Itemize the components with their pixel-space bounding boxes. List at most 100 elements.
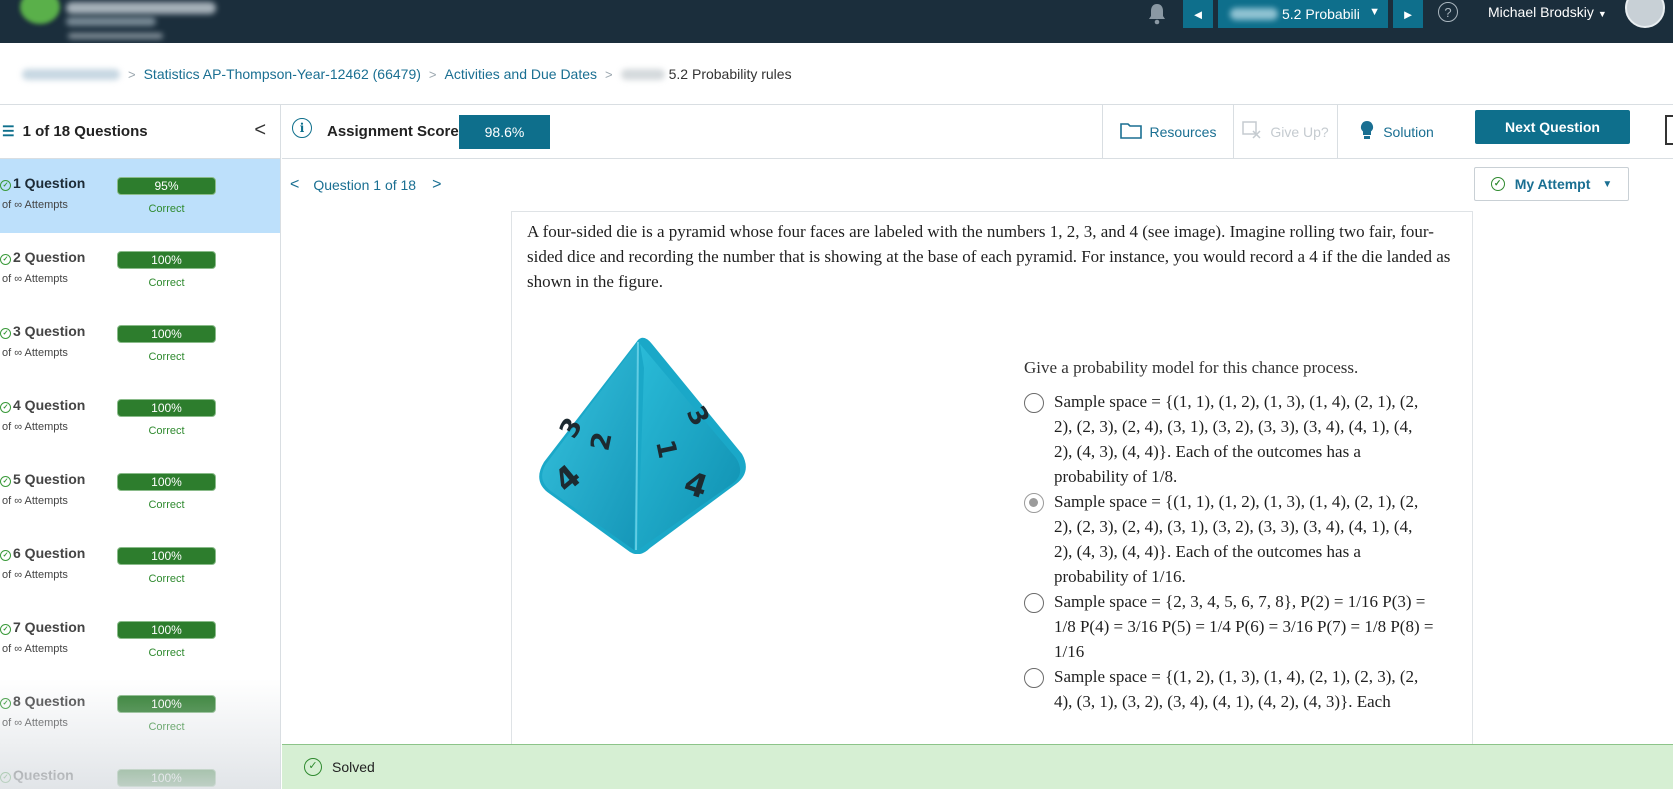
question-navigator: < Question 1 of 18 > bbox=[282, 170, 451, 200]
radio-button[interactable] bbox=[1024, 393, 1044, 413]
check-circle-icon: ✓ bbox=[1490, 177, 1505, 191]
next-question-icon[interactable]: > bbox=[422, 176, 451, 194]
logo-subtext-blurred bbox=[66, 17, 156, 26]
my-attempt-label: My Attempt bbox=[1514, 176, 1591, 192]
question-score-badge: 100% bbox=[117, 621, 216, 639]
sidebar-question-item[interactable]: ✓ 6 Question of ∞ Attempts 100% Correct bbox=[0, 529, 280, 603]
assignment-select[interactable]: 5.2 Probabili ▼ bbox=[1218, 0, 1388, 28]
answer-option-1[interactable]: Sample space = {(1, 1), (1, 2), (1, 3), … bbox=[1024, 389, 1434, 489]
previous-question-icon[interactable]: < bbox=[282, 176, 309, 194]
chevron-down-icon: ▼ bbox=[1597, 9, 1607, 19]
answer-option-4[interactable]: Sample space = {(1, 2), (1, 3), (1, 4), … bbox=[1024, 664, 1434, 714]
question-title-text: 1 Question bbox=[13, 175, 86, 191]
question-title: ✓ 5 Question bbox=[0, 471, 85, 487]
sidebar-question-item[interactable]: ✓ 3 Question of ∞ Attempts 100% Correct bbox=[0, 307, 280, 381]
sidebar-question-item[interactable]: ✓ 2 Question of ∞ Attempts 100% Correct bbox=[0, 233, 280, 307]
sidebar-question-item[interactable]: ✓ Question 100% bbox=[0, 751, 280, 789]
my-attempt-dropdown[interactable]: ✓ My Attempt ▼ bbox=[1474, 167, 1629, 201]
breadcrumb-separator-icon: > bbox=[428, 66, 437, 82]
give-up-button[interactable]: Give Up? bbox=[1233, 105, 1337, 159]
question-count: 1 of 18 Questions bbox=[22, 123, 148, 140]
help-icon[interactable]: ? bbox=[1438, 2, 1458, 22]
logo-text-blurred bbox=[66, 2, 216, 14]
breadcrumb: > Statistics AP-Thompson-Year-12462 (664… bbox=[22, 66, 792, 82]
radio-button[interactable] bbox=[1024, 593, 1044, 613]
answer-option-2[interactable]: Sample space = {(1, 1), (1, 2), (1, 3), … bbox=[1024, 489, 1434, 589]
question-title: ✓ 4 Question bbox=[0, 397, 85, 413]
chevron-down-icon: ▼ bbox=[1602, 178, 1613, 190]
solution-button[interactable]: Solution bbox=[1337, 105, 1455, 159]
breadcrumb-course-link[interactable]: Statistics AP-Thompson-Year-12462 (66479… bbox=[144, 66, 421, 82]
check-circle-icon: ✓ bbox=[0, 624, 11, 635]
question-title: ✓ 3 Question bbox=[0, 323, 85, 339]
check-circle-icon: ✓ bbox=[0, 254, 11, 265]
previous-assignment-button[interactable]: ◄ bbox=[1183, 0, 1213, 28]
question-title-text: 2 Question bbox=[13, 249, 86, 265]
question-score-badge: 100% bbox=[117, 251, 216, 269]
question-status: Correct bbox=[148, 277, 185, 289]
check-circle-icon: ✓ bbox=[0, 698, 11, 709]
sidebar-question-item[interactable]: ✓ 8 Question of ∞ Attempts 100% Correct bbox=[0, 677, 280, 751]
breadcrumb-separator-icon: > bbox=[605, 66, 613, 82]
notifications-bell-icon[interactable] bbox=[1146, 2, 1168, 26]
logo-underline-blurred bbox=[68, 33, 163, 39]
breadcrumb-separator-icon: > bbox=[128, 66, 136, 82]
collapse-sidebar-icon[interactable]: < bbox=[254, 119, 266, 142]
sidebar-header: ☰ 1 of 18 Questions < bbox=[0, 105, 280, 159]
top-bar: ◄ 5.2 Probabili ▼ ► ? Michael Brodskiy ▼ bbox=[0, 0, 1673, 43]
question-title-text: 4 Question bbox=[13, 397, 86, 413]
check-circle-icon: ✓ bbox=[0, 328, 11, 339]
check-circle-icon: ✓ bbox=[0, 550, 11, 561]
give-up-icon bbox=[1242, 120, 1262, 144]
question-attempts: of ∞ Attempts bbox=[2, 717, 68, 729]
lightbulb-icon bbox=[1359, 120, 1375, 145]
option-text: Sample space = {(1, 1), (1, 2), (1, 3), … bbox=[1054, 492, 1419, 586]
next-question-button[interactable]: Next Question bbox=[1475, 110, 1630, 144]
question-title: ✓ 7 Question bbox=[0, 619, 85, 635]
option-text: Sample space = {(1, 2), (1, 3), (1, 4), … bbox=[1054, 667, 1419, 711]
chevron-down-icon: ▼ bbox=[1369, 6, 1380, 18]
question-title-text: 7 Question bbox=[13, 619, 86, 635]
question-status: Correct bbox=[148, 203, 185, 215]
next-assignment-button[interactable]: ► bbox=[1393, 0, 1423, 28]
question-score-badge: 100% bbox=[117, 547, 216, 565]
sidebar-question-item[interactable]: ✓ 4 Question of ∞ Attempts 100% Correct bbox=[0, 381, 280, 455]
question-title-text: 5 Question bbox=[13, 471, 86, 487]
question-attempts: of ∞ Attempts bbox=[2, 273, 68, 285]
question-title-text: 3 Question bbox=[13, 323, 86, 339]
breadcrumb-current: 5.2 Probability rules bbox=[668, 66, 792, 82]
question-prompt: Give a probability model for this chance… bbox=[1024, 358, 1359, 377]
answer-option-3[interactable]: Sample space = {2, 3, 4, 5, 6, 7, 8}, P(… bbox=[1024, 589, 1434, 664]
avatar[interactable] bbox=[1625, 0, 1665, 28]
radio-button-selected[interactable] bbox=[1024, 493, 1044, 513]
info-icon[interactable]: i bbox=[292, 118, 312, 138]
folder-icon bbox=[1119, 121, 1142, 144]
give-up-label: Give Up? bbox=[1270, 124, 1329, 140]
user-menu[interactable]: Michael Brodskiy ▼ bbox=[1488, 4, 1607, 20]
sidebar-question-item[interactable]: ✓ 1 Question of ∞ Attempts 95% Correct bbox=[0, 159, 280, 233]
brand-logo[interactable] bbox=[8, 0, 228, 40]
solution-label: Solution bbox=[1383, 124, 1434, 140]
expand-icon[interactable] bbox=[1665, 115, 1673, 145]
resources-button[interactable]: Resources bbox=[1102, 105, 1233, 159]
radio-button[interactable] bbox=[1024, 668, 1044, 688]
question-title: ✓ 6 Question bbox=[0, 545, 85, 561]
list-icon: ☰ bbox=[2, 123, 15, 139]
question-attempts: of ∞ Attempts bbox=[2, 421, 68, 433]
right-arrow-icon: ► bbox=[1401, 6, 1415, 22]
breadcrumb-activities-link[interactable]: Activities and Due Dates bbox=[445, 66, 598, 82]
sidebar-question-item[interactable]: ✓ 7 Question of ∞ Attempts 100% Correct bbox=[0, 603, 280, 677]
question-status: Correct bbox=[148, 721, 185, 733]
question-list: ✓ 1 Question of ∞ Attempts 95% Correct ✓ 2 Que… bbox=[0, 159, 280, 789]
question-toolbar: i Assignment Score: 98.6% Resources Give… bbox=[282, 105, 1673, 159]
question-title-text: 8 Question bbox=[13, 693, 86, 709]
question-score-badge: 100% bbox=[117, 325, 216, 343]
question-title-text: 6 Question bbox=[13, 545, 86, 561]
assignment-score-value: 98.6% bbox=[459, 115, 550, 149]
question-score-badge: 100% bbox=[117, 769, 216, 787]
question-status: Correct bbox=[148, 351, 185, 363]
breadcrumb-home-redacted[interactable] bbox=[22, 68, 120, 80]
option-text: Sample space = {2, 3, 4, 5, 6, 7, 8}, P(… bbox=[1054, 592, 1434, 661]
sidebar-question-item[interactable]: ✓ 5 Question of ∞ Attempts 100% Correct bbox=[0, 455, 280, 529]
question-attempts: of ∞ Attempts bbox=[2, 495, 68, 507]
